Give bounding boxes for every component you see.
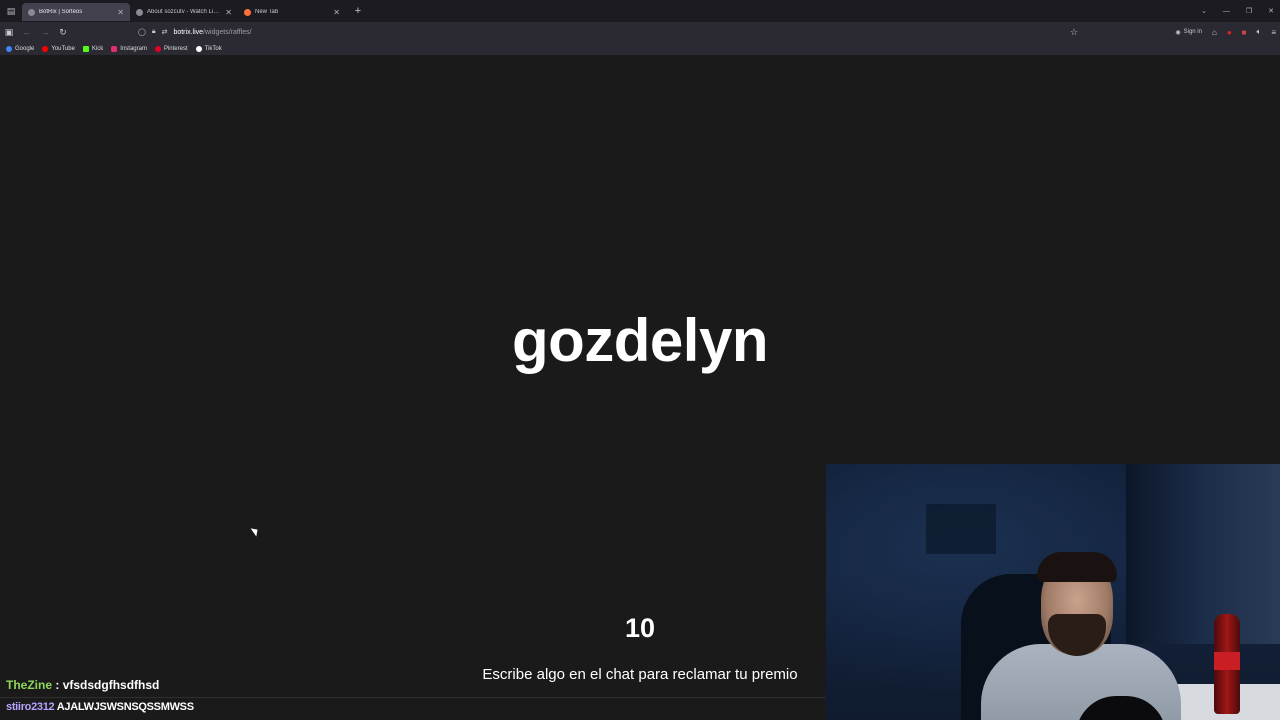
tab-title: New Tab	[255, 9, 279, 15]
new-tab-button[interactable]: +	[348, 5, 368, 17]
chat-separator: :	[52, 678, 63, 692]
webcam-wall-frame	[926, 504, 996, 554]
close-icon[interactable]: ✕	[117, 8, 124, 17]
bookmark-pinterest[interactable]: Pinterest	[154, 45, 188, 52]
record-icon[interactable]: ●	[1227, 28, 1232, 37]
chat-message: stiiro2312 AJALWJSWSNSQSSMWSS	[6, 701, 194, 713]
chat-divider	[0, 697, 826, 698]
tiktok-icon	[195, 45, 202, 52]
tab-title: BotRix | Sorteos	[39, 9, 83, 15]
tab-title: About sozcutv - Watch Live on	[147, 9, 222, 15]
tab-favicon-icon	[28, 8, 35, 16]
extensions-icon[interactable]: ⌂	[1212, 28, 1217, 37]
webcam-person-hair	[1037, 552, 1117, 582]
bookmark-star-icon[interactable]: ☆	[1070, 27, 1078, 38]
speaker-icon[interactable]: 🔈︎	[1257, 27, 1262, 37]
sign-in-button[interactable]: ◉ Sign in	[1175, 29, 1202, 36]
chat-username: TheZine	[6, 678, 53, 692]
account-icon: ◉	[1175, 29, 1181, 36]
tab-bar: ▤ BotRix | Sorteos ✕ About sozcutv - Wat…	[0, 0, 1280, 22]
shield-icon[interactable]: ◯	[138, 28, 146, 36]
bookmark-tiktok[interactable]: TikTok	[195, 45, 222, 52]
chat-text: AJALWJSWSNSQSSMWSS	[56, 701, 194, 713]
tab-about-sozcutv[interactable]: About sozcutv - Watch Live on ✕	[130, 3, 238, 21]
youtube-icon	[42, 45, 49, 52]
webcam-feed	[826, 464, 1280, 720]
tab-list-icon[interactable]: ▤	[0, 0, 22, 22]
chevron-down-icon[interactable]: ⌄	[1201, 7, 1207, 15]
instagram-icon	[111, 45, 118, 52]
google-icon	[6, 45, 12, 52]
back-button[interactable]: ←	[18, 23, 36, 41]
lock-icon[interactable]: 🔒︎	[152, 28, 156, 36]
navigation-toolbar: ▣ ← → ↻ ◯ 🔒︎ ⇄ botrix.live/widgets/raffl…	[0, 22, 1280, 42]
raffle-winner-name: gozdelyn	[511, 307, 769, 374]
chat-text: vfsdsdgfhsdfhsd	[62, 678, 160, 692]
close-icon[interactable]: ✕	[225, 8, 232, 17]
chat-message: TheZine : vfsdsdgfhsdfhsd	[6, 678, 159, 692]
close-icon[interactable]: ✕	[333, 8, 340, 17]
tab-botrix-sorteos[interactable]: BotRix | Sorteos ✕	[22, 3, 130, 21]
tab-new-tab[interactable]: New Tab ✕	[238, 3, 346, 21]
toolbar-right: ◉ Sign in ⌂ ● ■ 🔈︎ ≡	[1175, 22, 1276, 42]
restore-icon[interactable]: ❐	[1246, 7, 1252, 15]
bookmarks-bar: Google YouTube Kick Instagram Pinterest …	[0, 42, 1280, 56]
tab-favicon-icon	[136, 8, 143, 16]
pinterest-icon	[154, 45, 161, 52]
menu-icon[interactable]: ≡	[1271, 28, 1276, 37]
bookmark-youtube[interactable]: YouTube	[42, 45, 75, 52]
bookmark-kick[interactable]: Kick	[82, 45, 103, 52]
window-controls: ⌄ — ❐ ✕	[1201, 0, 1274, 22]
firefox-icon	[244, 8, 251, 16]
address-bar[interactable]: ◯ 🔒︎ ⇄ botrix.live/widgets/raffles/ ☆	[132, 24, 1084, 40]
url-text[interactable]: botrix.live/widgets/raffles/	[173, 29, 251, 36]
webcam-bottle-label	[1214, 652, 1240, 670]
extension-icon[interactable]: ■	[1242, 28, 1247, 37]
webcam-door	[1126, 464, 1280, 644]
permissions-icon[interactable]: ⇄	[162, 28, 168, 36]
bookmark-instagram[interactable]: Instagram	[111, 45, 147, 52]
bookmark-google[interactable]: Google	[6, 45, 34, 52]
sidebar-icon[interactable]: ▣	[0, 23, 18, 41]
kick-icon	[82, 45, 89, 52]
forward-button[interactable]: →	[36, 23, 54, 41]
close-window-icon[interactable]: ✕	[1268, 7, 1274, 15]
minimize-icon[interactable]: —	[1223, 8, 1230, 15]
reload-button[interactable]: ↻	[54, 23, 72, 41]
chat-username: stiiro2312	[6, 701, 55, 713]
